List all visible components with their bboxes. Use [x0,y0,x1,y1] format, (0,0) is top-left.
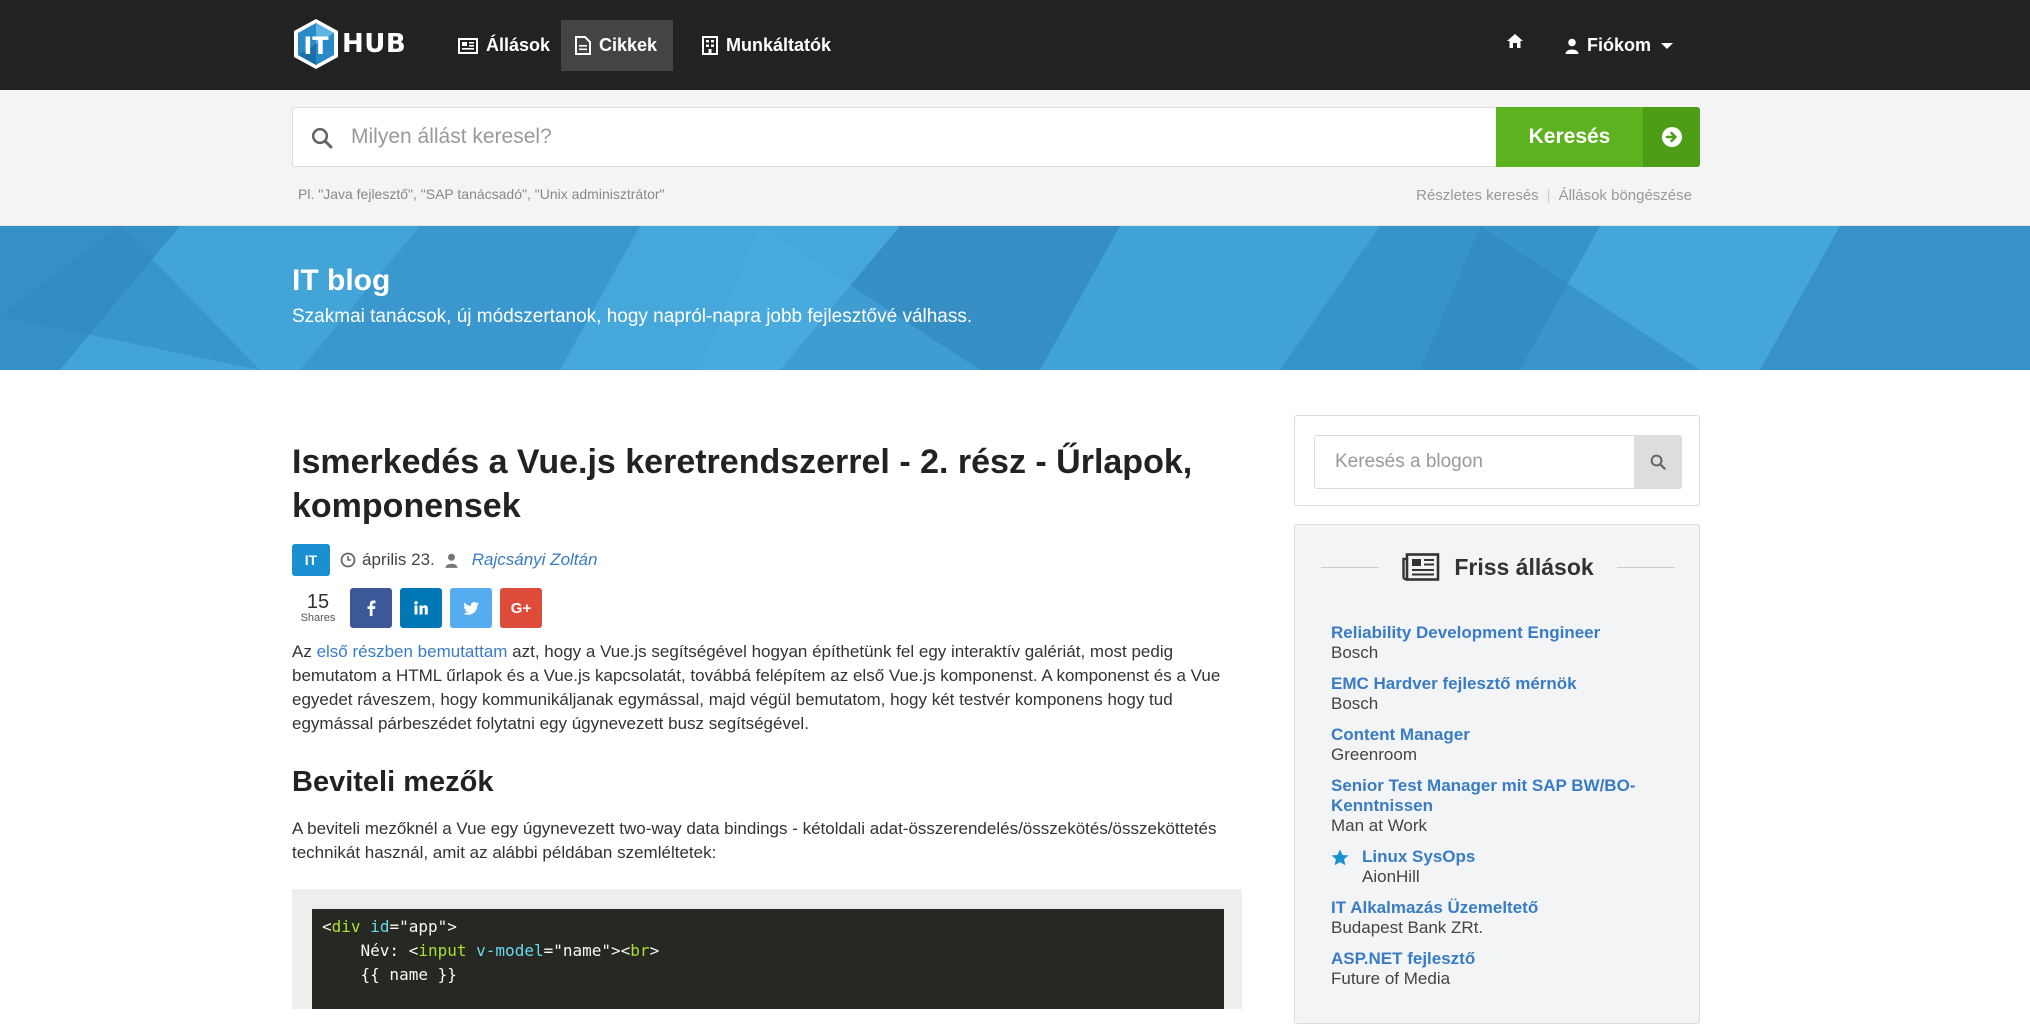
search-arrow-button[interactable] [1643,107,1700,167]
browse-jobs-link[interactable]: Állások böngészése [1559,187,1692,204]
search-button[interactable]: Keresés [1496,107,1643,167]
blog-search-button[interactable] [1634,435,1682,489]
top-navbar: IT HUB Állások Cikkek Munkáltatók Fiókom [0,0,2030,90]
job-company: Bosch [1331,643,1379,662]
job-item: Content Manager Greenroom [1331,725,1671,765]
google-plus-share-button[interactable]: G+ [500,588,542,628]
article-intro: Az első részben bemutattam azt, hogy a V… [292,640,1242,736]
user-icon [445,553,458,568]
job-item: EMC Hardver fejlesztő mérnök Bosch [1331,674,1671,714]
nav-employers-label: Munkáltatók [726,35,832,55]
article-title: Ismerkedés a Vue.js keretrendszerrel - 2… [292,443,1193,525]
hero-title: IT blog [292,264,391,297]
job-item: IT Alkalmazás Üzemeltető Budapest Bank Z… [1331,898,1671,938]
nav-employers[interactable]: Munkáltatók [688,20,847,71]
home-icon[interactable] [1506,33,1524,49]
category-tag[interactable]: IT [292,544,330,576]
blog-hero-banner: IT blog Szakmai tanácsok, új módszertano… [0,226,2030,370]
job-item: Reliability Development Engineer Bosch [1331,623,1671,663]
job-list: Reliability Development Engineer Bosch E… [1331,623,1671,1000]
article-meta: IT április 23. Rajcsányi Zoltán [292,544,1242,576]
account-menu[interactable]: Fiókom [1565,20,1674,71]
building-icon [702,36,718,55]
job-title-link[interactable]: Linux SysOps [1362,847,1671,867]
hero-polygon-background [0,226,2030,370]
nav-articles-label: Cikkek [599,35,658,55]
code-line-3: {{ name }} [360,965,457,984]
intro-prefix: Az [292,642,317,661]
job-company: Man at Work [1331,816,1428,835]
facebook-share-button[interactable] [350,588,392,628]
job-title-link[interactable]: IT Alkalmazás Üzemeltető [1331,898,1671,918]
nav-jobs-label: Állások [486,35,551,55]
newspaper-icon [1402,553,1440,581]
clock-icon [340,552,356,568]
blog-search-input[interactable] [1314,435,1634,489]
job-title-link[interactable]: Senior Test Manager mit SAP BW/BO-Kenntn… [1331,776,1671,816]
article: Ismerkedés a Vue.js keretrendszerrel - 2… [292,440,1242,1009]
recent-jobs-panel: Friss állások Reliability Development En… [1294,524,1700,1024]
code-line-2: Név: <input v-model="name"><br> [360,941,660,960]
facebook-icon [367,600,376,616]
share-count-label: Shares [300,612,336,624]
job-search-band: Keresés Pl. "Java fejlesztő", "SAP tanác… [0,90,2030,226]
share-count: 15 [306,591,330,613]
search-icon [1650,454,1666,470]
recent-jobs-header: Friss állások [1295,547,1701,587]
code-line-1: <div id="app"> [322,917,457,936]
recent-jobs-title: Friss állások [1454,553,1594,580]
job-company: Greenroom [1331,745,1417,764]
account-label: Fiókom [1587,35,1652,55]
job-title-link[interactable]: EMC Hardver fejlesztő mérnök [1331,674,1671,694]
link-separator: | [1546,187,1551,204]
logo-letters: IT [303,32,329,60]
job-item: ASP.NET fejlesztő Future of Media [1331,949,1671,989]
share-bar: 15 Shares G+ [292,588,1242,628]
first-part-link[interactable]: első részben bemutattam [317,642,508,661]
search-hint: Pl. "Java fejlesztő", "SAP tanácsadó", "… [298,186,665,202]
chevron-down-icon [1661,42,1674,49]
document-icon [575,36,591,55]
share-counter: 15 Shares [292,592,344,624]
star-icon [1331,849,1349,866]
newspaper-icon [458,37,478,54]
section-heading: Beviteli mezők [292,766,494,798]
blog-search-panel [1294,415,1700,506]
ithub-logo[interactable]: IT HUB [292,18,406,70]
arrow-circle-right-icon [1661,127,1682,147]
article-date: április 23. [362,550,435,569]
job-title-link[interactable]: Content Manager [1331,725,1671,745]
job-item-featured: Linux SysOps AionHill [1331,847,1671,887]
divider [1617,567,1675,568]
nav-jobs[interactable]: Állások [444,20,566,71]
job-company: Future of Media [1331,969,1451,988]
job-company: AionHill [1362,867,1420,886]
divider [1321,567,1379,568]
job-company: Bosch [1331,694,1379,713]
twitter-icon [463,601,479,615]
article-author-link[interactable]: Rajcsányi Zoltán [472,550,598,570]
job-search-box [292,107,1496,167]
search-icon [311,127,333,149]
section-paragraph: A beviteli mezőknél a Vue egy úgynevezet… [292,819,1217,862]
code-block: <div id="app"> Név: <input v-model="name… [292,889,1242,1009]
job-title-link[interactable]: ASP.NET fejlesztő [1331,949,1671,969]
linkedin-icon [414,601,428,615]
job-search-input[interactable] [351,108,1481,166]
job-item: Senior Test Manager mit SAP BW/BO-Kenntn… [1331,776,1671,836]
google-plus-icon: G+ [510,599,532,617]
twitter-share-button[interactable] [450,588,492,628]
hero-subtitle: Szakmai tanácsok, új módszertanok, hogy … [292,306,973,327]
job-title-link[interactable]: Reliability Development Engineer [1331,623,1671,643]
user-icon [1565,38,1579,54]
advanced-search-link[interactable]: Részletes keresés [1416,187,1539,204]
linkedin-share-button[interactable] [400,588,442,628]
logo-text: HUB [342,29,407,59]
job-company: Budapest Bank ZRt. [1331,918,1484,937]
logo-hexagon-icon: IT [294,19,338,69]
nav-articles[interactable]: Cikkek [561,20,674,71]
code-snippet: <div id="app"> Név: <input v-model="name… [312,909,1224,1009]
search-links: Részletes keresés | Állások böngészése [1416,187,1692,204]
